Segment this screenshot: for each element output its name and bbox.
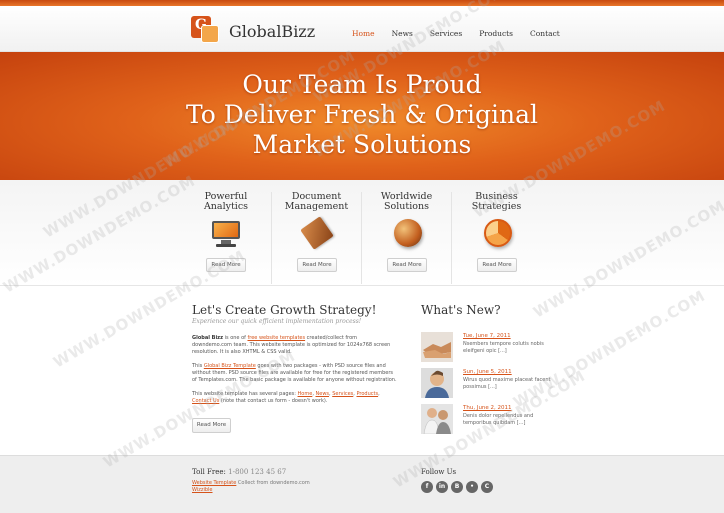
feature-title: Worldwide Solutions xyxy=(380,191,433,212)
read-more-button[interactable]: Read More xyxy=(297,258,337,272)
feature-worldwide: Worldwide Solutions Read More xyxy=(361,192,451,284)
news-date-link[interactable]: Sun, June 5, 2011 xyxy=(463,369,512,375)
whats-new-section: What's New? Tue, June 7, 2011 Nsembers t… xyxy=(421,303,561,434)
page-link-services[interactable]: Services xyxy=(332,391,353,397)
feature-analytics: Powerful Analytics Read More xyxy=(181,192,271,284)
footer-links: Website Template Collect from downdemo.c… xyxy=(192,480,310,493)
linkedin-icon[interactable]: in xyxy=(436,481,448,493)
paragraph: This Global Bizz Template goes with two … xyxy=(192,363,397,383)
page-link-home[interactable]: Home xyxy=(298,391,313,397)
page-link-news[interactable]: News xyxy=(316,391,330,397)
read-more-button[interactable]: Read More xyxy=(387,258,427,272)
nav-home[interactable]: Home xyxy=(352,29,375,38)
social-links: f in B • C xyxy=(421,481,493,493)
news-item: Thu, June 2, 2011 Denis dolor repellendu… xyxy=(421,404,561,436)
section-title: Let's Create Growth Strategy! xyxy=(192,303,377,317)
feature-title: Business Strategies xyxy=(471,191,522,212)
news-more-link[interactable]: [...] xyxy=(498,348,507,354)
news-text: Wirus quod maxime placeat facent possimu… xyxy=(463,377,551,390)
flickr-icon[interactable]: • xyxy=(466,481,478,493)
read-more-button[interactable]: Read More xyxy=(477,258,517,272)
news-date-link[interactable]: Thu, June 2, 2011 xyxy=(463,405,512,411)
news-more-link[interactable]: [...] xyxy=(488,384,497,390)
toll-free: Toll Free: 1-800 123 45 67 xyxy=(192,468,287,476)
feature-title: Document Management xyxy=(284,191,349,212)
news-text: Nsembers tempore colutis nobis eleifgeni… xyxy=(463,341,544,354)
brand-name[interactable]: GlobalBizz xyxy=(229,22,315,41)
nav-news[interactable]: News xyxy=(392,29,413,38)
page-link-products[interactable]: Products xyxy=(356,391,378,397)
nav-products[interactable]: Products xyxy=(479,29,513,38)
news-item: Tue, June 7, 2011 Nsembers tempore colut… xyxy=(421,332,561,364)
section-subtitle: Experience our quick efficient implement… xyxy=(192,318,362,325)
follow-us-label: Follow Us xyxy=(421,468,457,476)
read-more-button[interactable]: Read More xyxy=(192,418,231,433)
news-title: What's New? xyxy=(421,303,501,317)
nav-contact[interactable]: Contact xyxy=(530,29,560,38)
template-link[interactable]: Global Bizz Template xyxy=(204,363,256,369)
feature-business: Business Strategies Read More xyxy=(451,192,541,284)
wizzible-link[interactable]: Wizzible xyxy=(192,487,213,493)
feature-document: Document Management Read More xyxy=(271,192,361,284)
nav-services[interactable]: Services xyxy=(430,29,462,38)
people-photo xyxy=(421,404,453,434)
site-footer: Toll Free: 1-800 123 45 67 Website Templ… xyxy=(0,455,724,513)
paragraph: This website template has several pages:… xyxy=(192,391,380,404)
logo-icon[interactable]: G xyxy=(191,16,221,46)
growth-section: Let's Create Growth Strategy! Experience… xyxy=(192,303,402,405)
free-templates-link[interactable]: free website templates xyxy=(248,335,306,341)
page-link-contact[interactable]: Contact Us xyxy=(192,398,219,404)
blogger-icon[interactable]: B xyxy=(451,481,463,493)
news-text: Denis dolor repellendus and temporibus q… xyxy=(463,413,534,426)
chrome-icon[interactable]: C xyxy=(481,481,493,493)
facebook-icon[interactable]: f xyxy=(421,481,433,493)
main-nav: Home News Services Products Contact xyxy=(352,29,577,38)
man-photo xyxy=(421,368,453,398)
monitor-icon xyxy=(209,219,243,249)
features-row: Powerful Analytics Read More Document Ma… xyxy=(0,180,724,286)
handshake-photo xyxy=(421,332,453,362)
paragraph: Global Bizz is one of free website templ… xyxy=(192,335,391,355)
pie-chart-icon xyxy=(480,219,514,249)
notebook-icon xyxy=(300,216,334,250)
globe-icon xyxy=(390,219,424,249)
news-date-link[interactable]: Tue, June 7, 2011 xyxy=(463,333,511,339)
hero-banner: Our Team Is Proud To Deliver Fresh & Ori… xyxy=(0,52,724,180)
news-more-link[interactable]: [...] xyxy=(517,420,526,426)
read-more-button[interactable]: Read More xyxy=(206,258,246,272)
hero-headline: Our Team Is Proud To Deliver Fresh & Ori… xyxy=(186,70,538,159)
feature-title: Powerful Analytics xyxy=(203,191,249,212)
news-item: Sun, June 5, 2011 Wirus quod maxime plac… xyxy=(421,368,561,400)
site-header: G GlobalBizz Home News Services Products… xyxy=(0,6,724,52)
website-template-link[interactable]: Website Template xyxy=(192,480,236,486)
